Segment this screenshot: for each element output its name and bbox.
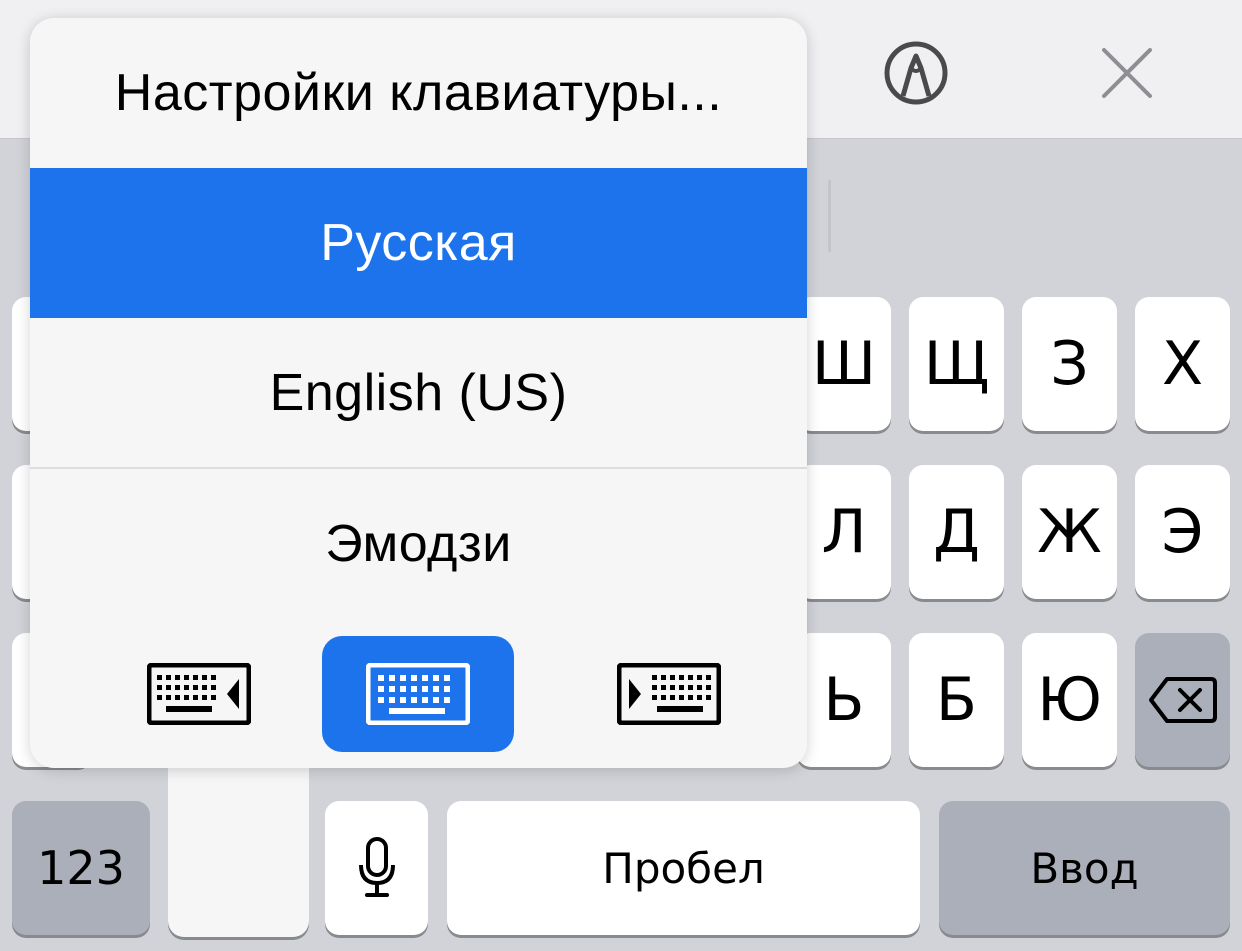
key-sha[interactable]: Ш xyxy=(797,297,891,431)
keyboard-full-icon xyxy=(366,663,470,725)
globe-key[interactable] xyxy=(168,740,309,937)
key-e[interactable]: Э xyxy=(1135,465,1230,599)
prediction-divider xyxy=(828,180,831,252)
key-label: Щ xyxy=(923,329,990,399)
key-el[interactable]: Л xyxy=(797,465,891,599)
menu-item-label: English (US) xyxy=(269,364,568,422)
key-label: Ш xyxy=(811,329,877,399)
menu-item-label: Настройки клавиатуры... xyxy=(114,64,723,122)
key-label: Э xyxy=(1161,497,1204,567)
space-key-label: Пробел xyxy=(602,843,765,893)
close-x-icon[interactable] xyxy=(1092,38,1162,108)
menu-item-english-us[interactable]: English (US) xyxy=(30,318,807,468)
pen-circle-icon[interactable] xyxy=(881,38,951,108)
language-popup: Настройки клавиатуры... Русская English … xyxy=(30,18,807,768)
return-key[interactable]: Ввод xyxy=(939,801,1230,935)
keyboard-right-mode-button[interactable] xyxy=(573,636,765,752)
key-de[interactable]: Д xyxy=(909,465,1004,599)
key-shcha[interactable]: Щ xyxy=(909,297,1004,431)
delete-backspace-icon xyxy=(1148,677,1217,723)
return-key-label: Ввод xyxy=(1030,843,1139,893)
key-yu[interactable]: Ю xyxy=(1022,633,1117,767)
dictation-key[interactable] xyxy=(325,801,428,935)
key-label: З xyxy=(1050,329,1089,399)
keyboard-left-icon xyxy=(147,663,251,725)
numbers-key-label: 123 xyxy=(37,841,125,895)
key-label: Х xyxy=(1161,329,1204,399)
menu-item-russian[interactable]: Русская xyxy=(30,168,807,318)
keyboard-full-mode-button[interactable] xyxy=(322,636,514,752)
key-label: Ж xyxy=(1037,497,1102,567)
key-label: Ь xyxy=(823,665,865,735)
keyboard-left-mode-button[interactable] xyxy=(103,636,295,752)
key-label: Ю xyxy=(1037,665,1102,735)
key-soft-sign[interactable]: Ь xyxy=(797,633,891,767)
menu-item-keyboard-settings[interactable]: Настройки клавиатуры... xyxy=(30,18,807,168)
key-label: Л xyxy=(821,497,867,567)
menu-item-emoji[interactable]: Эмодзи xyxy=(30,469,807,619)
menu-item-label: Русская xyxy=(320,214,517,272)
key-ze[interactable]: З xyxy=(1022,297,1117,431)
space-key[interactable]: Пробел xyxy=(447,801,920,935)
menu-item-label: Эмодзи xyxy=(325,515,512,573)
delete-key[interactable] xyxy=(1135,633,1230,767)
numbers-key[interactable]: 123 xyxy=(12,801,150,935)
keyboard-right-icon xyxy=(617,663,721,725)
key-kha[interactable]: Х xyxy=(1135,297,1230,431)
key-label: Д xyxy=(933,497,980,567)
key-label: Б xyxy=(935,665,978,735)
microphone-icon xyxy=(358,837,395,897)
key-zhe[interactable]: Ж xyxy=(1022,465,1117,599)
key-be[interactable]: Б xyxy=(909,633,1004,767)
